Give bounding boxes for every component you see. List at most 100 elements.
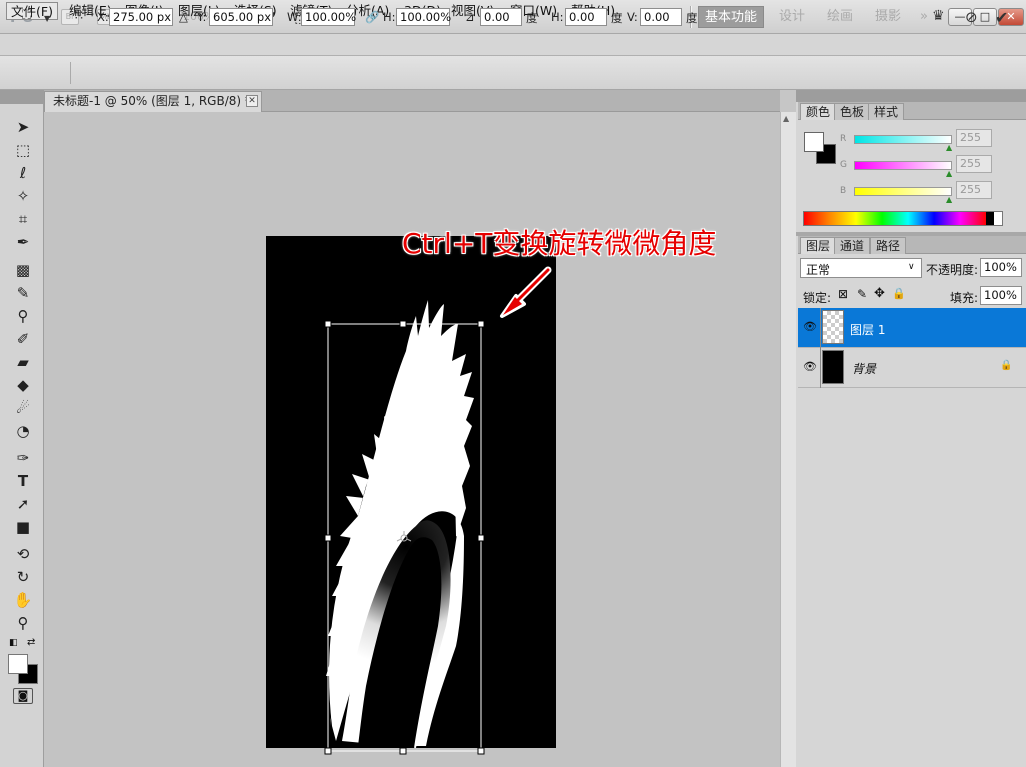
- swap-colors-icon[interactable]: ⇄: [27, 637, 35, 648]
- history-brush-tool-icon[interactable]: ✐: [10, 328, 36, 350]
- channel-r-label: R: [840, 134, 847, 144]
- quick-selection-tool-icon[interactable]: ✧: [10, 185, 36, 207]
- menu-bar: [0, 34, 1026, 56]
- lock-icon: 🔒: [1000, 360, 1013, 371]
- y-label: Y:: [197, 10, 207, 24]
- eyedropper-tool-icon[interactable]: ✒: [10, 231, 36, 253]
- healing-brush-tool-icon[interactable]: ▩: [10, 259, 36, 281]
- channel-r-slider[interactable]: [854, 135, 952, 144]
- warp-mode-icon[interactable]: ♛: [932, 8, 945, 24]
- move-tool-icon[interactable]: ➤: [10, 116, 36, 138]
- foreground-color-swatch[interactable]: [8, 654, 28, 674]
- slider-thumb-icon[interactable]: ▲: [946, 143, 952, 152]
- link-icon[interactable]: 🔗: [365, 10, 379, 24]
- lock-all-icon[interactable]: 🔒: [892, 287, 906, 300]
- lock-position-icon[interactable]: ✥: [874, 286, 885, 301]
- chevron-down-icon[interactable]: ▼: [44, 14, 50, 23]
- workspace-essentials[interactable]: 基本功能: [698, 6, 764, 28]
- eye-icon[interactable]: 👁: [803, 320, 817, 333]
- channel-b-value[interactable]: 255: [956, 181, 992, 199]
- separator: [820, 308, 821, 348]
- layer-name[interactable]: 图层 1: [850, 321, 885, 338]
- channel-b-slider[interactable]: [854, 187, 952, 196]
- transform-tool-icon[interactable]: ⛶: [22, 8, 31, 23]
- vertical-scrollbar[interactable]: [780, 112, 796, 767]
- channel-g-value[interactable]: 255: [956, 155, 992, 173]
- eye-icon[interactable]: 👁: [803, 360, 817, 373]
- angle-icon: ⊿: [465, 10, 475, 24]
- document-tab[interactable]: 未标题-1 @ 50% (图层 1, RGB/8) *: [44, 91, 262, 112]
- tab-channels[interactable]: 通道: [834, 237, 871, 254]
- zoom-tool-icon[interactable]: ⚲: [10, 612, 36, 634]
- cancel-transform-icon[interactable]: ⊘: [965, 8, 978, 26]
- width-field[interactable]: 100.00%: [301, 8, 356, 26]
- type-tool-icon[interactable]: T: [10, 470, 36, 492]
- rectangle-tool-icon[interactable]: ■: [10, 516, 36, 538]
- tab-paths[interactable]: 路径: [870, 237, 907, 254]
- slider-thumb-icon[interactable]: ▲: [946, 169, 952, 178]
- toolbox-header[interactable]: [0, 90, 44, 104]
- blur-tool-icon[interactable]: ☄: [10, 397, 36, 419]
- tab-swatches[interactable]: 色板: [834, 103, 871, 120]
- separator: [820, 348, 821, 388]
- separator: [70, 62, 71, 84]
- annotation-text: Ctrl+T变换旋转微微角度: [402, 227, 717, 260]
- menu-file[interactable]: 文件(F): [6, 2, 58, 20]
- options-bar: [0, 56, 1026, 90]
- quick-mask-icon[interactable]: ◙: [13, 688, 33, 704]
- relative-position-icon[interactable]: △: [179, 10, 188, 24]
- hand-tool-icon[interactable]: ✋: [10, 589, 36, 611]
- tab-styles[interactable]: 样式: [868, 103, 905, 120]
- paint-bucket-tool-icon[interactable]: ◆: [10, 374, 36, 396]
- hskew-field[interactable]: 0.00: [565, 8, 607, 26]
- chevron-down-icon[interactable]: ∨: [908, 262, 915, 272]
- eraser-tool-icon[interactable]: ▰: [10, 351, 36, 373]
- vskew-unit: 度: [686, 11, 698, 25]
- 3d-rotate-tool-icon[interactable]: ⟲: [10, 543, 36, 565]
- height-field[interactable]: 100.00%: [396, 8, 451, 26]
- panel-foreground-swatch[interactable]: [804, 132, 824, 152]
- channel-b-label: B: [840, 186, 847, 196]
- layer-thumbnail[interactable]: [822, 350, 844, 384]
- crop-tool-icon[interactable]: ⌗: [10, 208, 36, 230]
- workspace-photography[interactable]: 摄影: [868, 6, 908, 28]
- w-label: W:: [287, 10, 302, 24]
- lock-transparency-icon[interactable]: ⊠: [838, 287, 848, 301]
- default-colors-icon[interactable]: ◧: [9, 638, 18, 648]
- dodge-tool-icon[interactable]: ◔: [10, 420, 36, 442]
- reference-point-icon[interactable]: ⁙: [73, 8, 85, 24]
- transform-handle: [324, 747, 332, 755]
- scroll-up-icon[interactable]: ▲: [783, 114, 789, 123]
- transform-handle: [324, 534, 332, 542]
- fill-field[interactable]: 100%: [980, 286, 1022, 305]
- layer-name[interactable]: 背景: [852, 360, 876, 377]
- panel-dock-header[interactable]: [796, 90, 1026, 102]
- tab-color[interactable]: 颜色: [800, 103, 837, 120]
- channel-g-slider[interactable]: [854, 161, 952, 170]
- path-selection-tool-icon[interactable]: ➚: [10, 493, 36, 515]
- slider-thumb-icon[interactable]: ▲: [946, 195, 952, 204]
- pen-tool-icon[interactable]: ✑: [10, 447, 36, 469]
- workspace-design[interactable]: 设计: [772, 6, 812, 28]
- lock-pixels-icon[interactable]: ✎: [857, 287, 867, 301]
- lasso-tool-icon[interactable]: ℓ: [10, 162, 36, 184]
- x-field[interactable]: 275.00 px: [109, 8, 173, 26]
- brush-tool-icon[interactable]: ✎: [10, 282, 36, 304]
- close-icon[interactable]: ✕: [246, 95, 258, 107]
- layer-thumbnail[interactable]: [822, 310, 844, 344]
- workspace-painting[interactable]: 绘画: [820, 6, 860, 28]
- vskew-field[interactable]: 0.00: [640, 8, 682, 26]
- transform-handle: [477, 534, 485, 542]
- transform-handle: [324, 320, 332, 328]
- fill-label: 填充:: [950, 291, 979, 305]
- commit-transform-icon[interactable]: ✔: [995, 8, 1008, 27]
- 3d-orbit-tool-icon[interactable]: ↻: [10, 566, 36, 588]
- channel-r-value[interactable]: 255: [956, 129, 992, 147]
- y-field[interactable]: 605.00 px: [209, 8, 273, 26]
- color-spectrum-ramp[interactable]: [803, 211, 1003, 226]
- clone-stamp-tool-icon[interactable]: ⚲: [10, 305, 36, 327]
- marquee-tool-icon[interactable]: ⬚: [10, 139, 36, 161]
- angle-field[interactable]: 0.00: [480, 8, 522, 26]
- opacity-field[interactable]: 100%: [980, 258, 1022, 277]
- tab-layers[interactable]: 图层: [800, 237, 837, 254]
